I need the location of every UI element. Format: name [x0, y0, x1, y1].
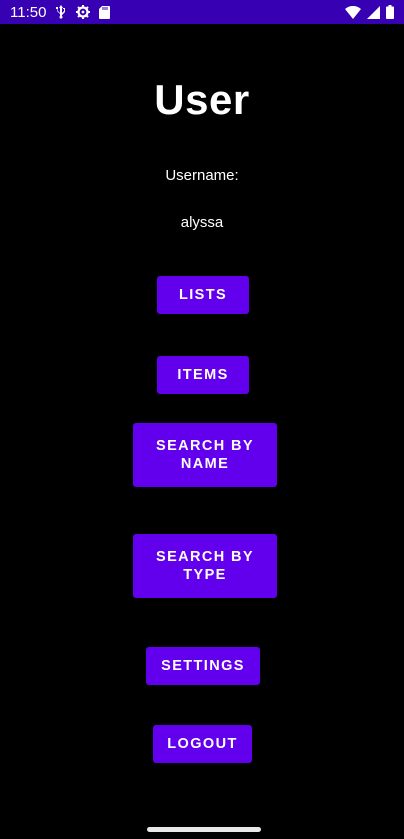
search-by-type-button[interactable]: SEARCH BY TYPE	[133, 534, 277, 598]
status-bar: 11:50	[0, 0, 404, 24]
settings-gear-icon	[76, 5, 91, 19]
username-label: Username:	[165, 167, 239, 184]
search-by-name-button[interactable]: SEARCH BY NAME	[133, 423, 277, 487]
page-title: User	[154, 76, 250, 123]
status-time: 11:50	[10, 3, 47, 21]
usb-debug-icon	[55, 5, 67, 19]
cellular-signal-icon	[367, 5, 380, 19]
logout-button[interactable]: LOGOUT	[153, 725, 252, 763]
sd-card-icon	[99, 5, 111, 19]
items-button[interactable]: ITEMS	[157, 356, 249, 394]
wifi-icon	[345, 5, 361, 19]
lists-button[interactable]: LISTS	[157, 276, 249, 314]
settings-button[interactable]: SETTINGS	[146, 647, 260, 685]
home-gesture-bar[interactable]	[147, 827, 261, 832]
username-value: alyssa	[180, 214, 224, 231]
battery-icon	[386, 5, 394, 19]
